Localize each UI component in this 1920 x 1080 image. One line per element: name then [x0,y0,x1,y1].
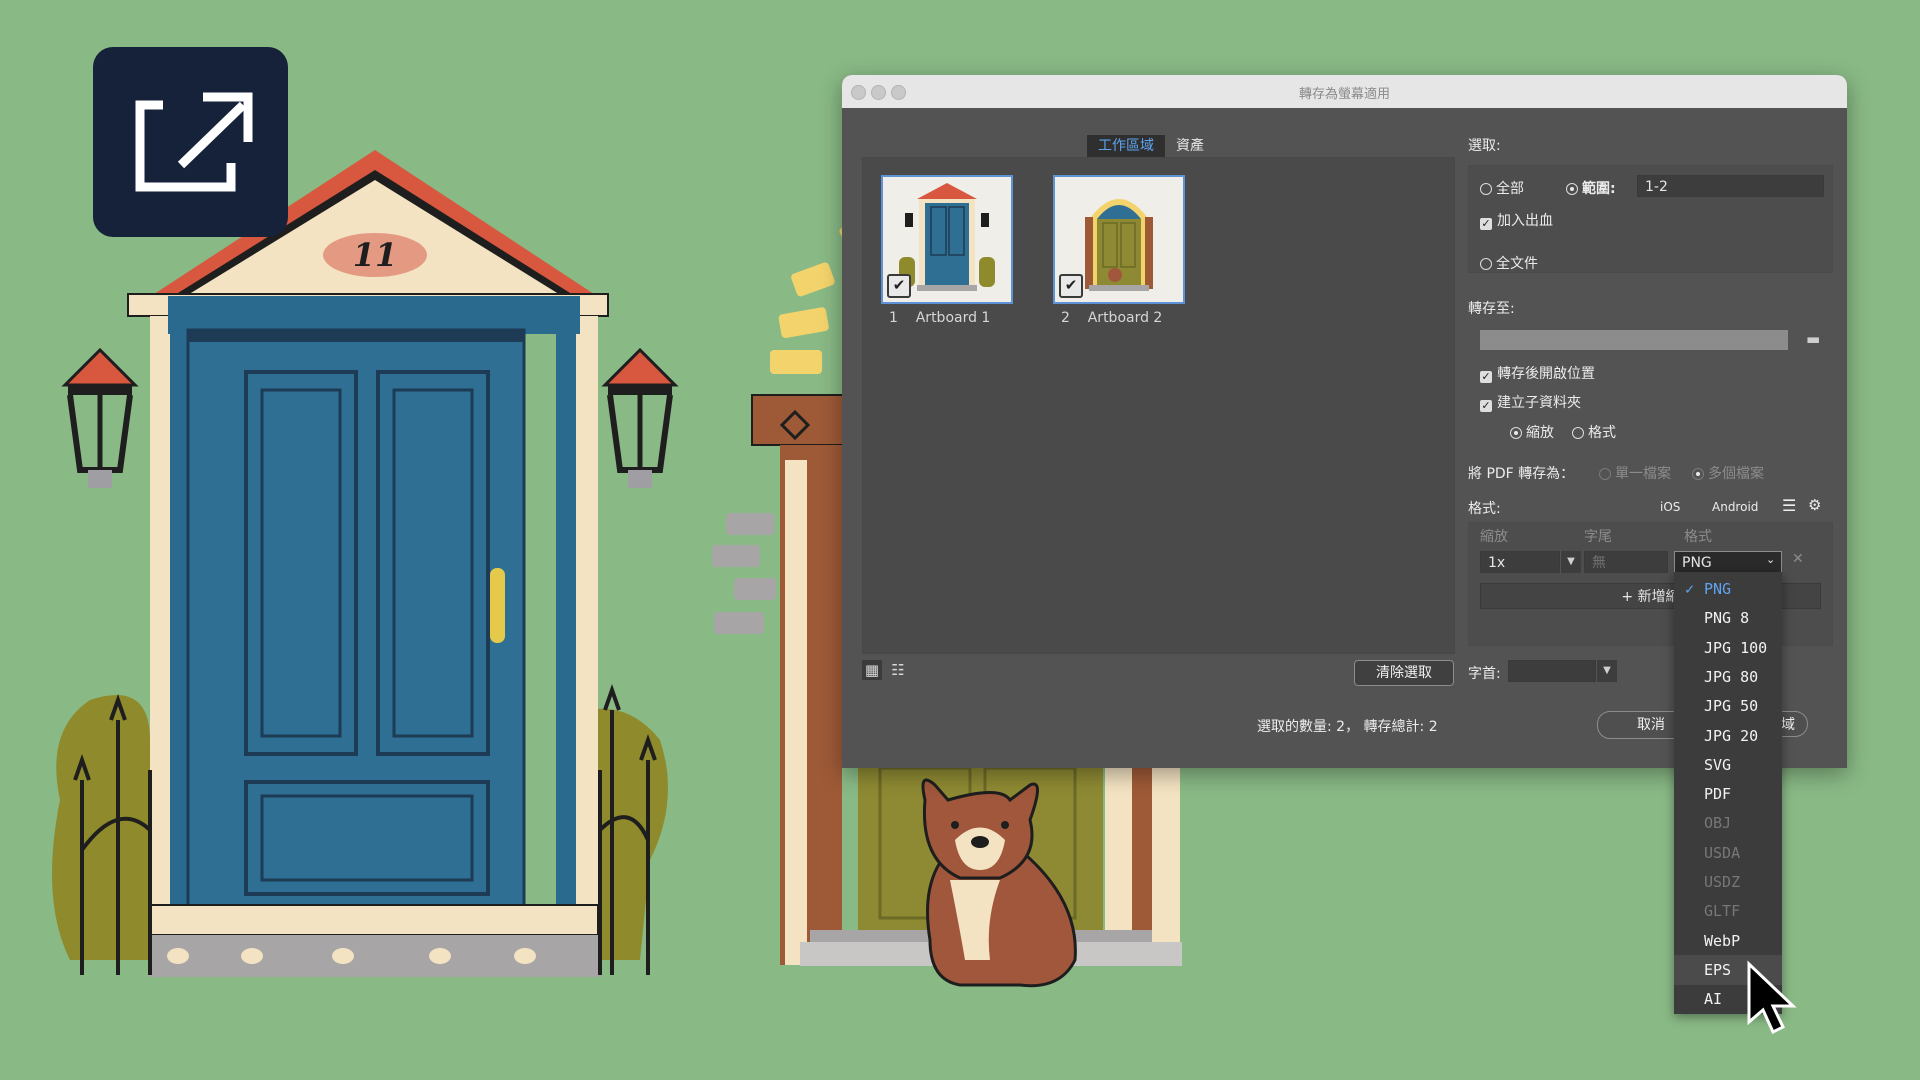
artboard-thumbnail-2[interactable]: ✔ [1053,175,1185,304]
open-after-export-option[interactable]: ✓ 轉存後開啟位置 [1480,363,1595,383]
select-all-option[interactable]: 全部 [1480,178,1524,198]
export-to-label: 轉存至: [1468,301,1515,317]
formats-label: 格式: [1468,501,1501,517]
tab-assets[interactable]: 資產 [1165,135,1215,157]
scale-dropdown-arrow[interactable]: ▼ [1560,551,1581,573]
checkmark-icon: ✓ [1685,580,1695,598]
create-subfolders-checkbox[interactable]: ✓ [1480,400,1492,412]
column-scale-header: 縮放 [1480,529,1508,545]
tab-artboards[interactable]: 工作區域 [1087,135,1165,157]
range-input[interactable]: 1-2 [1637,175,1824,197]
format-option-label: WebP [1704,931,1741,950]
format-option-label: AI [1704,990,1723,1009]
full-document-option[interactable]: 全文件 [1480,253,1538,273]
format-option-jpg-80[interactable]: JPG 80 [1674,662,1782,692]
format-option-jpg-20[interactable]: JPG 20 [1674,721,1782,751]
format-option-png-8[interactable]: PNG 8 [1674,603,1782,633]
pdf-export-label: 將 PDF 轉存為： [1468,466,1575,482]
open-after-export-checkbox[interactable]: ✓ [1480,371,1492,383]
format-option-png[interactable]: ✓ PNG [1674,574,1782,604]
left-door [186,328,526,912]
format-option-label: PNG [1704,580,1732,598]
prefix-input[interactable] [1508,660,1596,682]
dialog-tabs: 工作區域 資產 [1087,135,1215,157]
dialog-titlebar: 轉存為螢幕適用 [842,75,1847,108]
format-option-label: JPG 50 [1704,697,1759,716]
artboard-thumbnail-1[interactable]: ✔ [881,175,1013,304]
subfolder-by-scale-option[interactable]: 縮放 [1510,422,1554,442]
format-option-label: EPS [1704,960,1732,979]
select-all-radio[interactable] [1480,183,1492,195]
format-option-label: SVG [1704,755,1732,774]
column-format-header: 格式 [1684,529,1712,545]
format-option-jpg-100[interactable]: JPG 100 [1674,633,1782,663]
dialog-title: 轉存為螢幕適用 [1298,87,1390,102]
subfolder-by-format-option[interactable]: 格式 [1572,422,1616,442]
share-export-icon [135,92,253,192]
include-bleed-option[interactable]: ✓ 加入出血 [1480,210,1553,230]
artboard-1-label: 1 Artboard 1 [889,310,991,326]
artboard-1-checkbox[interactable]: ✔ [887,274,911,298]
format-option-gltf: GLTF [1674,896,1782,926]
folder-icon[interactable]: ▬ [1806,330,1820,348]
pdf-single-file-option[interactable]: 單一檔案 [1599,463,1671,483]
remove-scale-icon[interactable]: ✕ [1792,551,1804,567]
format-option-pdf[interactable]: PDF [1674,779,1782,809]
subfolder-scale-radio[interactable] [1510,427,1522,439]
format-dropdown-menu: ✓ PNG PNG 8 JPG 100 JPG 80 JPG 50 JPG 20 SVG PDF… [1674,572,1782,1014]
format-option-label: JPG 80 [1704,667,1759,686]
gear-icon[interactable]: ⚙ [1808,496,1821,514]
list-settings-icon[interactable]: ☰ [1782,496,1796,515]
artboard-2-checkbox[interactable]: ✔ [1059,274,1083,298]
format-option-label: USDA [1704,843,1741,862]
android-preset-button[interactable]: Android [1712,500,1758,514]
format-option-label: USDZ [1704,873,1741,891]
format-option-usda: USDA [1674,838,1782,868]
pdf-multiple-radio[interactable] [1692,468,1704,480]
chevron-down-icon[interactable]: ⌄ [1766,553,1775,566]
grid-view-icon[interactable]: ▦ [862,660,882,680]
artboard-2-label: 2 Artboard 2 [1061,310,1163,326]
format-option-svg[interactable]: SVG [1674,750,1782,780]
format-option-label: JPG 20 [1704,726,1759,745]
house-number: 11 [353,236,398,274]
format-option-label: PNG 8 [1704,609,1750,628]
prefix-label: 字首: [1468,666,1501,682]
scale-select[interactable]: 1x [1480,551,1560,573]
clear-selection-button[interactable]: 清除選取 [1354,660,1454,686]
full-document-radio[interactable] [1480,258,1492,270]
ios-preset-button[interactable]: iOS [1660,500,1680,514]
select-range-radio[interactable] [1566,183,1578,195]
selection-status: 選取的數量: 2， 轉存總計: 2 [1257,719,1438,735]
format-option-obj: OBJ [1674,808,1782,838]
column-suffix-header: 字尾 [1584,529,1612,545]
pdf-multiple-files-option[interactable]: 多個檔案 [1692,463,1764,483]
format-option-webp[interactable]: WebP [1674,926,1782,956]
artboard-preview-area: ✔ 1 Artboard 1 ✔ 2 Artboard 2 [862,157,1455,654]
list-view-icon[interactable]: ☷ [888,660,908,680]
pdf-single-radio[interactable] [1599,468,1611,480]
create-subfolders-option[interactable]: ✓ 建立子資料夾 [1480,392,1581,412]
format-option-label: PDF [1704,785,1732,804]
export-app-icon [93,47,288,237]
prefix-dropdown-arrow[interactable]: ▼ [1596,660,1617,682]
format-option-label: GLTF [1704,902,1741,921]
left-steps [148,904,600,977]
format-option-label: JPG 100 [1704,638,1768,657]
select-label: 選取: [1468,138,1501,154]
subfolder-format-radio[interactable] [1572,427,1584,439]
format-option-jpg-50[interactable]: JPG 50 [1674,691,1782,721]
format-option-label: OBJ [1704,814,1732,833]
export-path-field[interactable] [1480,330,1788,350]
suffix-input[interactable]: 無 [1584,551,1668,573]
format-option-usdz: USDZ [1674,867,1782,897]
mouse-cursor-icon [1747,960,1797,1035]
include-bleed-checkbox[interactable]: ✓ [1480,218,1492,230]
select-range-option[interactable]: 範圍: [1566,178,1616,198]
